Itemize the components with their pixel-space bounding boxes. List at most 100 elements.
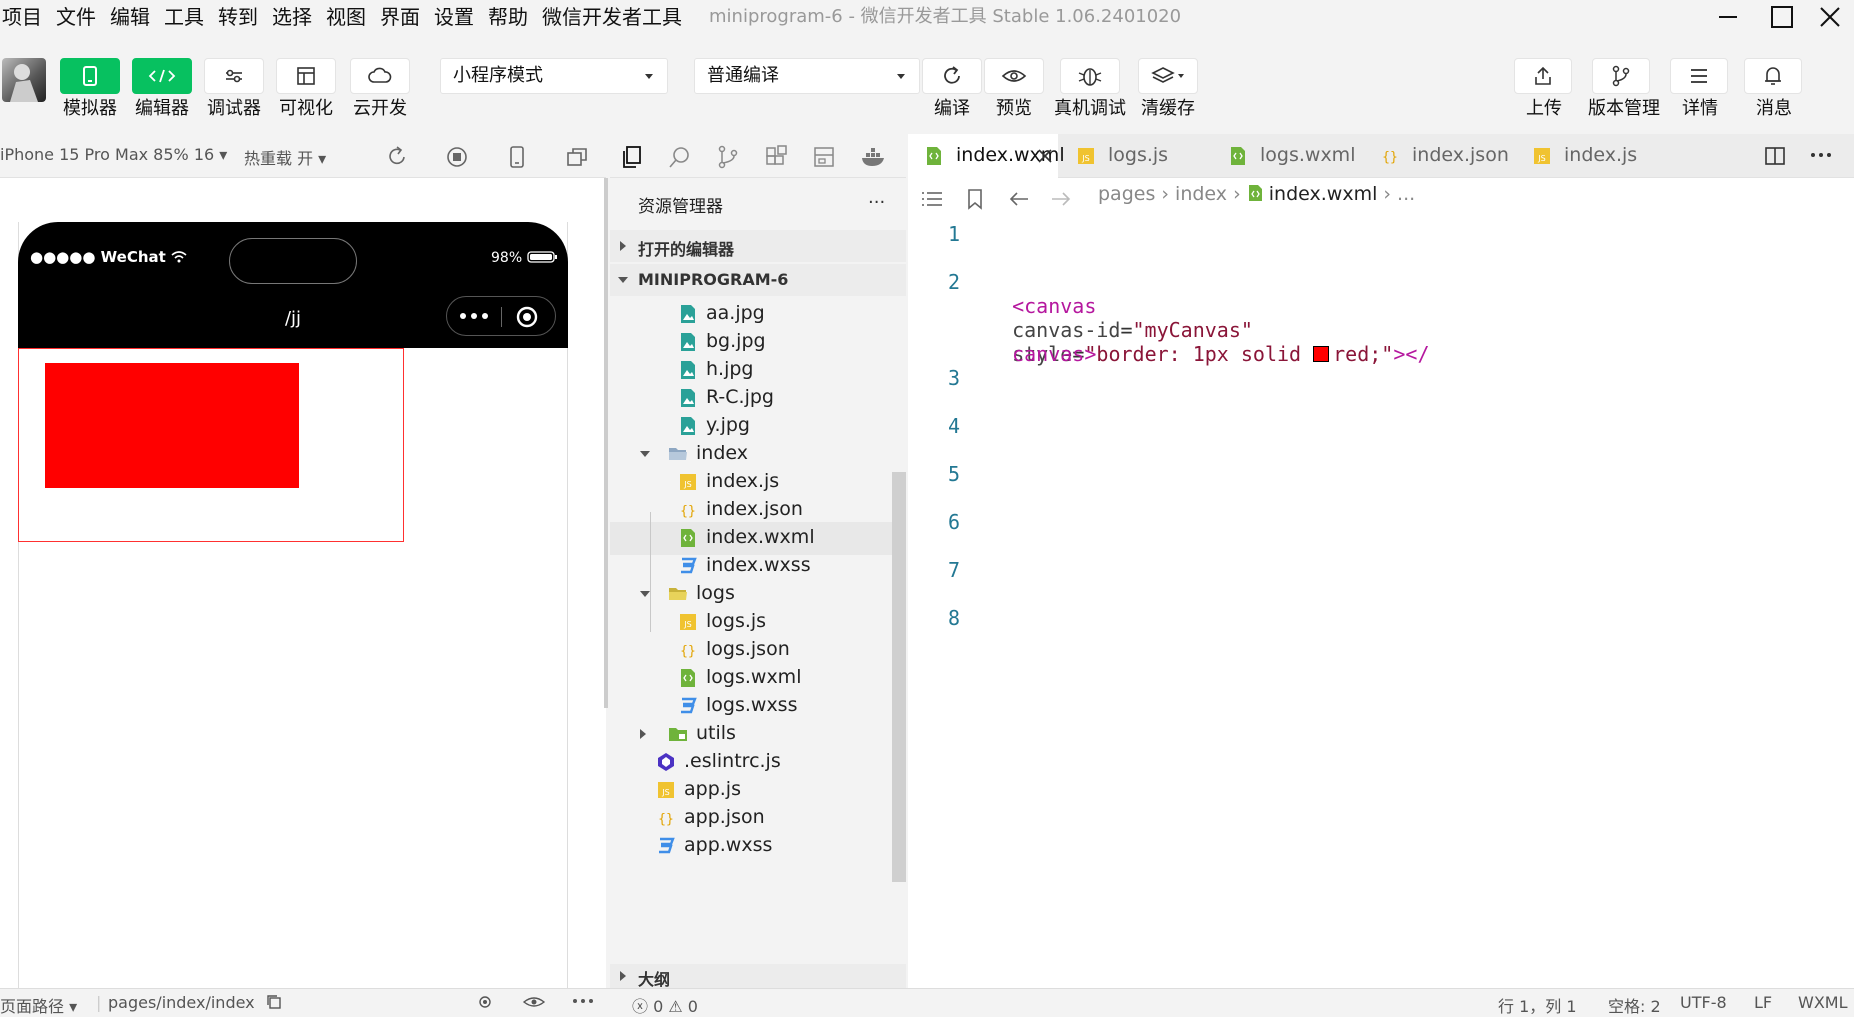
menu-item-select[interactable]: 选择 xyxy=(272,4,312,30)
bookmark-icon[interactable] xyxy=(966,188,984,210)
eslint-file-icon xyxy=(656,752,676,772)
json-file-icon: {} xyxy=(656,808,676,828)
device-select[interactable]: iPhone 15 Pro Max 85% 16 ▾ xyxy=(0,145,227,164)
capsule-menu[interactable] xyxy=(446,296,556,336)
detach-window-icon[interactable] xyxy=(566,146,588,168)
problems-count[interactable]: ⓧ 0 ⚠ 0 xyxy=(632,993,698,1017)
debugger-toggle-button[interactable] xyxy=(204,58,264,94)
editor-tabs: index.wxml JS logs.js logs.wxml {} index.json… xyxy=(908,134,1854,178)
folder-open-icon xyxy=(668,444,688,464)
menu-item-goto[interactable]: 转到 xyxy=(218,4,258,30)
maximize-button[interactable] xyxy=(1758,3,1806,31)
hot-reload-toggle[interactable]: 热重载 开 ▾ xyxy=(244,145,326,169)
editor-tab[interactable]: logs.wxml xyxy=(1212,134,1362,178)
editor-toggle-button[interactable] xyxy=(132,58,192,94)
indent-spaces[interactable]: 空格: 2 xyxy=(1608,993,1661,1017)
breadcrumb: pages › index › index.wxml › ... xyxy=(1098,183,1415,205)
menu-item-tools[interactable]: 工具 xyxy=(164,4,204,30)
svg-text:JS: JS xyxy=(661,788,669,797)
back-arrow-icon[interactable] xyxy=(1008,190,1030,208)
tree-item-label: .eslintrc.js xyxy=(684,750,781,772)
stop-icon[interactable] xyxy=(446,146,468,168)
version-control-button[interactable] xyxy=(1592,58,1650,94)
messages-button[interactable] xyxy=(1744,58,1802,94)
menu-item-wechat-devtools[interactable]: 微信开发者工具 xyxy=(542,4,682,30)
breadcrumb-item-more[interactable]: ... xyxy=(1397,183,1415,205)
outline-label: 大纲 xyxy=(638,970,671,989)
editor-tab[interactable]: JS logs.js xyxy=(1060,134,1210,178)
details-button[interactable] xyxy=(1670,58,1728,94)
source-control-icon[interactable] xyxy=(716,145,740,169)
file-item[interactable]: app.wxss xyxy=(610,830,906,863)
cursor-position[interactable]: 行 1，列 1 xyxy=(1498,993,1577,1017)
menu-item-edit[interactable]: 编辑 xyxy=(110,4,150,30)
settings-gear-icon[interactable] xyxy=(474,993,496,1011)
outline-section[interactable]: 大纲 xyxy=(610,964,906,989)
docker-icon[interactable] xyxy=(860,145,888,169)
explorer-more-button[interactable]: ··· xyxy=(868,192,885,213)
menu-item-interface[interactable]: 界面 xyxy=(380,4,420,30)
close-miniprogram-icon[interactable] xyxy=(515,305,539,329)
editor-tab[interactable]: JS index.js xyxy=(1516,134,1646,178)
code-line-2-wrap[interactable]: canvas> xyxy=(988,318,1096,366)
line-ending[interactable]: LF xyxy=(1754,993,1772,1012)
compile-button[interactable] xyxy=(922,58,982,94)
language-mode[interactable]: WXML xyxy=(1798,993,1848,1012)
details-label: 详情 xyxy=(1682,98,1718,119)
forward-arrow-icon[interactable] xyxy=(1050,190,1072,208)
simulator-toggle-button[interactable] xyxy=(60,58,120,94)
svg-text:{}: {} xyxy=(1382,150,1398,165)
more-dots-icon[interactable] xyxy=(572,997,594,1005)
preview-button[interactable] xyxy=(984,58,1044,94)
list-icon[interactable] xyxy=(920,190,944,210)
rotate-icon[interactable] xyxy=(386,146,408,168)
more-dots-icon[interactable] xyxy=(459,309,489,323)
compile-select[interactable]: 普通编译 xyxy=(694,58,920,94)
breadcrumb-item-pages[interactable]: pages xyxy=(1098,183,1155,205)
extensions-icon[interactable] xyxy=(764,145,788,169)
close-tab-icon[interactable] xyxy=(1038,149,1052,163)
page-path-select[interactable]: 页面路径 ▾ xyxy=(0,993,77,1017)
minimize-button[interactable] xyxy=(1704,3,1752,31)
breadcrumb-item-file[interactable]: index.wxml xyxy=(1269,183,1378,205)
storage-icon[interactable] xyxy=(812,145,836,169)
cloud-dev-button[interactable] xyxy=(350,58,410,94)
project-section[interactable]: MINIPROGRAM-6 xyxy=(610,264,906,296)
open-editors-label: 打开的编辑器 xyxy=(638,240,735,259)
explorer-scrollbar[interactable] xyxy=(892,472,906,882)
editor-tab[interactable]: index.wxml xyxy=(908,134,1065,178)
menu-item-view[interactable]: 视图 xyxy=(326,4,366,30)
menu-item-help[interactable]: 帮助 xyxy=(488,4,528,30)
panel-splitter[interactable] xyxy=(604,178,608,708)
menu-item-file[interactable]: 文件 xyxy=(56,4,96,30)
editor-tab-label: index.js xyxy=(1564,144,1638,166)
file-encoding[interactable]: UTF-8 xyxy=(1680,993,1727,1012)
tree-item-label: index.wxss xyxy=(706,554,811,576)
open-editors-section[interactable]: 打开的编辑器 xyxy=(610,230,906,262)
editor-tab[interactable]: {} index.json xyxy=(1364,134,1514,178)
device-icon[interactable] xyxy=(506,146,528,168)
mode-select[interactable]: 小程序模式 xyxy=(440,58,668,94)
upload-button[interactable] xyxy=(1514,58,1572,94)
eye-icon xyxy=(1001,70,1027,82)
tree-item-label: index.json xyxy=(706,498,803,520)
breadcrumb-item-index[interactable]: index xyxy=(1175,183,1227,205)
mode-select-value: 小程序模式 xyxy=(453,65,543,86)
search-icon[interactable] xyxy=(668,145,692,169)
copy-icon[interactable] xyxy=(266,994,282,1010)
visual-toggle-button[interactable] xyxy=(276,58,336,94)
breadcrumb-separator: › xyxy=(1233,183,1247,205)
svg-text:{}: {} xyxy=(658,812,674,827)
files-icon[interactable] xyxy=(620,145,644,169)
hot-reload-value: 热重载 开 xyxy=(244,149,314,168)
eye-icon[interactable] xyxy=(522,994,546,1010)
menu-item-project[interactable]: 项目 xyxy=(2,4,42,30)
remote-debug-button[interactable] xyxy=(1060,58,1120,94)
avatar[interactable] xyxy=(2,58,46,102)
color-swatch[interactable] xyxy=(1313,346,1330,362)
clear-cache-button[interactable] xyxy=(1138,58,1198,94)
split-editor-icon[interactable] xyxy=(1764,146,1786,166)
more-actions-icon[interactable] xyxy=(1810,150,1832,160)
menu-item-settings[interactable]: 设置 xyxy=(434,4,474,30)
close-window-button[interactable] xyxy=(1806,3,1854,31)
